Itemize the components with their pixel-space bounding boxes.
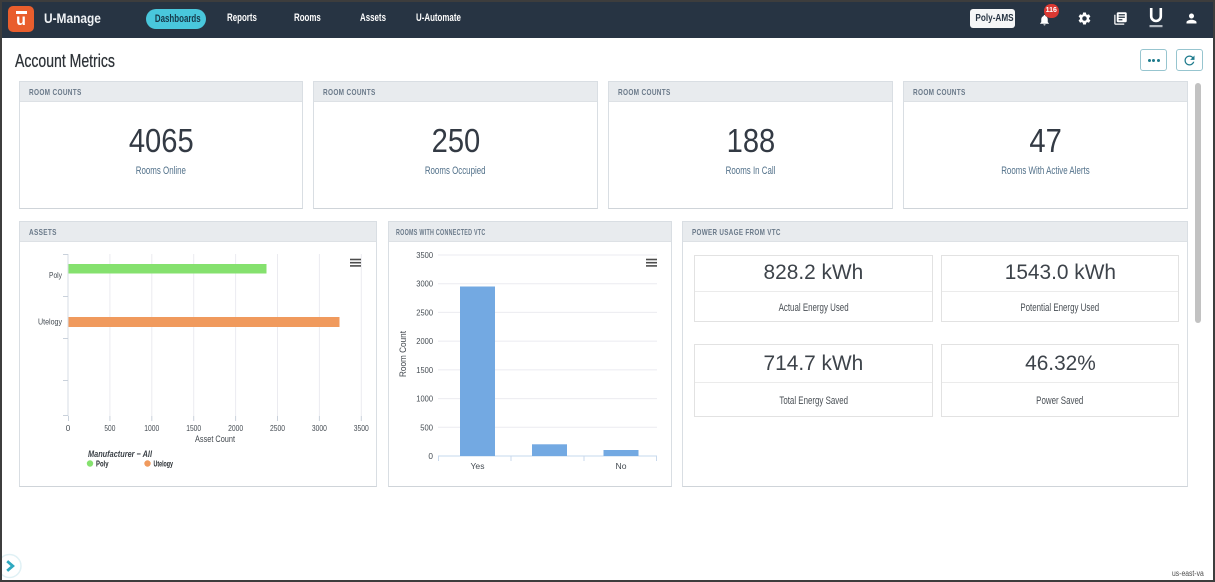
svg-text:3500: 3500 (416, 250, 433, 260)
svg-text:Yes: Yes (471, 461, 485, 471)
svg-text:Room Count: Room Count (398, 331, 408, 377)
svg-text:Utelogy: Utelogy (154, 459, 174, 469)
svg-text:2500: 2500 (270, 423, 285, 433)
svg-text:1000: 1000 (144, 423, 159, 433)
svg-text:500: 500 (104, 423, 115, 433)
svg-text:3000: 3000 (312, 423, 327, 433)
svg-text:1500: 1500 (416, 365, 433, 375)
svg-text:Poly: Poly (96, 459, 109, 469)
svg-text:2000: 2000 (416, 336, 433, 346)
svg-text:3500: 3500 (354, 423, 369, 433)
svg-text:0: 0 (428, 451, 433, 461)
svg-text:0: 0 (66, 423, 71, 433)
svg-text:Poly: Poly (49, 270, 63, 280)
svg-text:2500: 2500 (416, 307, 433, 317)
svg-text:No: No (616, 461, 627, 471)
svg-text:500: 500 (420, 422, 433, 432)
svg-text:2000: 2000 (228, 423, 243, 433)
svg-text:1500: 1500 (186, 423, 201, 433)
svg-text:Utelogy: Utelogy (38, 317, 63, 327)
svg-text:3000: 3000 (416, 279, 433, 289)
svg-text:1000: 1000 (416, 394, 433, 404)
svg-text:Asset Count: Asset Count (195, 434, 235, 445)
